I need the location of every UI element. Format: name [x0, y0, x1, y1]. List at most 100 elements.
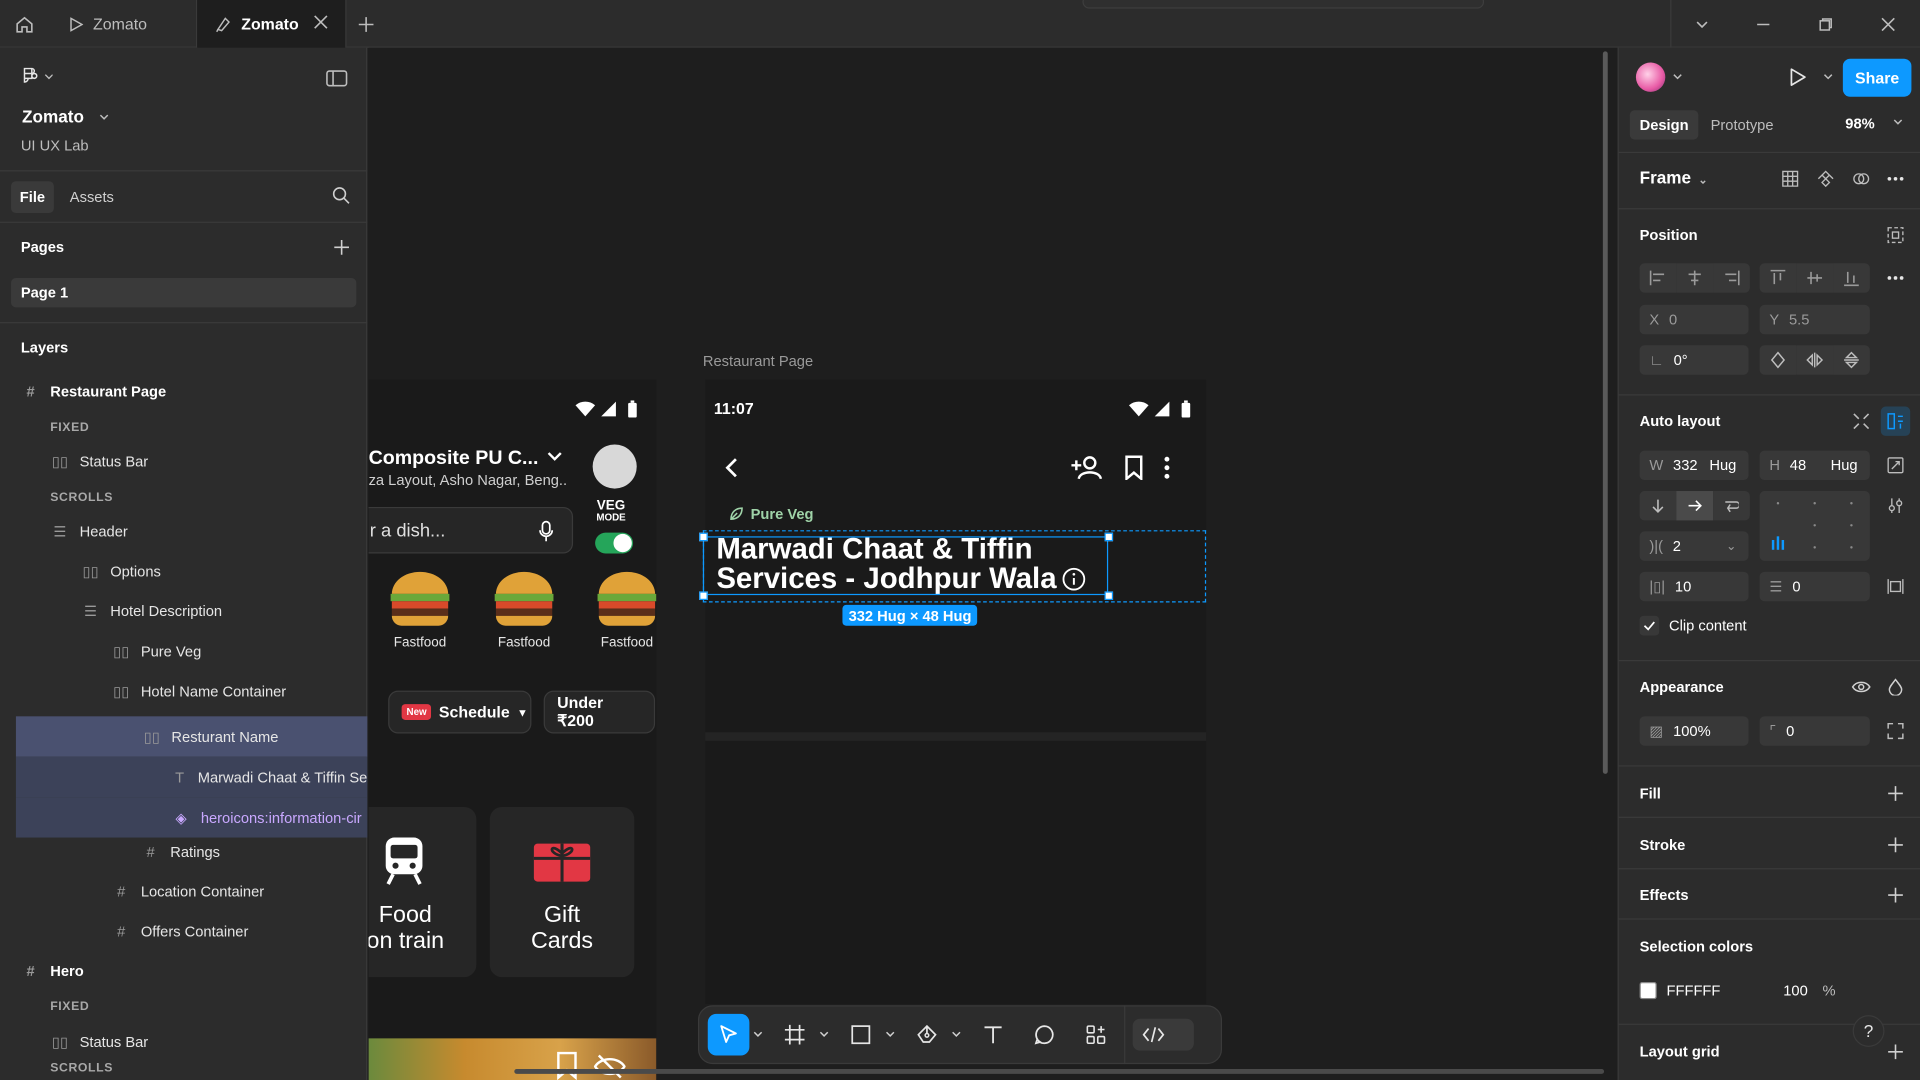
layer-row[interactable]: ◈ heroicons:information-cir	[15, 797, 368, 838]
avatar[interactable]	[1635, 62, 1666, 92]
layer-row[interactable]: # Ratings	[0, 833, 367, 872]
opacity-field[interactable]: ▨ 100%	[1639, 716, 1749, 746]
add-effect-plus-icon[interactable]	[1881, 880, 1910, 909]
wrap-icon[interactable]	[1713, 491, 1750, 521]
tab-file[interactable]: File	[11, 181, 54, 214]
tab-zomato-prototype[interactable]: Zomato	[49, 0, 198, 48]
constraints-icon[interactable]	[1881, 220, 1910, 249]
alignment-grid[interactable]	[1759, 491, 1870, 561]
layer-row[interactable]: ▯▯ Hotel Name Container	[0, 672, 367, 711]
boolean-mask-icon[interactable]	[1847, 164, 1876, 193]
align-middle-icon[interactable]	[1796, 263, 1834, 293]
chevron-down-icon[interactable]	[1671, 72, 1683, 82]
x-position-field[interactable]: X0	[1639, 304, 1749, 335]
tab-zomato-design[interactable]: Zomato	[197, 0, 347, 48]
align-top-icon[interactable]	[1759, 263, 1797, 293]
clip-content-checkbox[interactable]: Clip content	[1639, 615, 1747, 636]
arrow-right-icon[interactable]	[1676, 491, 1714, 521]
chevron-down-icon[interactable]	[1822, 72, 1834, 82]
rectangle-tool-button[interactable]	[840, 1014, 882, 1056]
frame-name-label[interactable]: Restaurant Page	[703, 353, 813, 370]
resize-handle[interactable]	[699, 532, 708, 542]
grid-icon[interactable]	[1776, 164, 1805, 193]
gap-field[interactable]: )|(2 ⌄	[1639, 531, 1749, 561]
horizontal-padding-field[interactable]: |▯| 10	[1639, 571, 1749, 602]
layer-row[interactable]: ☰ Header	[0, 512, 367, 551]
selection-color-row[interactable]: FFFFFF 100 %	[1639, 976, 1836, 1005]
frame-tool-button[interactable]	[774, 1014, 816, 1056]
tab-design[interactable]: Design	[1629, 110, 1699, 140]
main-menu-figma-icon[interactable]	[21, 67, 53, 87]
layer-row[interactable]: ▯▯ Status Bar	[0, 442, 367, 481]
resize-handle[interactable]	[1104, 591, 1114, 601]
close-window-icon[interactable]	[1858, 0, 1919, 48]
resize-to-fit-icon[interactable]	[1881, 451, 1910, 480]
resize-handle[interactable]	[699, 591, 708, 601]
layer-row[interactable]: # Offers Container	[0, 912, 367, 951]
more-horizontal-icon[interactable]	[1881, 164, 1910, 193]
comment-tool-button[interactable]	[1024, 1014, 1066, 1056]
expand-corners-icon[interactable]	[1881, 716, 1910, 745]
align-left-icon[interactable]	[1639, 263, 1677, 293]
layer-row[interactable]: ▯▯ Pure Veg	[0, 632, 367, 671]
blend-mode-drop-icon[interactable]	[1881, 672, 1910, 701]
rotate-icon[interactable]	[1759, 345, 1797, 375]
vertical-scrollbar[interactable]	[1602, 51, 1608, 774]
flip-vertical-icon[interactable]	[1833, 345, 1870, 375]
layer-type-label[interactable]: Frame ⌄	[1640, 168, 1708, 188]
dev-mode-toggle[interactable]	[1132, 1018, 1194, 1051]
chevron-down-icon[interactable]	[98, 113, 110, 123]
layer-row[interactable]: T Marwadi Chaat & Tiffin Se	[15, 756, 368, 798]
address-bar[interactable]	[1082, 0, 1485, 9]
restore-icon[interactable]	[1795, 0, 1856, 48]
resize-handle[interactable]	[1104, 532, 1114, 542]
minimize-icon[interactable]	[1733, 0, 1794, 48]
restaurant-page-frame[interactable]: 11:07 Pure Veg Marwadi Chaat & Tiffin Se…	[705, 379, 1207, 1005]
width-field[interactable]: W 332 Hug	[1639, 450, 1749, 481]
add-fill-plus-icon[interactable]	[1881, 779, 1910, 808]
layout-settings-icon[interactable]	[1881, 491, 1910, 520]
component-icon[interactable]	[1811, 164, 1840, 193]
help-button[interactable]: ?	[1852, 1015, 1885, 1047]
search-icon[interactable]	[332, 186, 350, 204]
add-layout-grid-plus-icon[interactable]	[1881, 1037, 1910, 1066]
present-play-icon[interactable]	[1788, 67, 1808, 87]
zoom-level[interactable]: 98%	[1845, 115, 1874, 132]
new-tab-plus-icon[interactable]	[353, 11, 380, 38]
horizontal-scrollbar[interactable]	[514, 1068, 1605, 1074]
project-name[interactable]: Zomato	[22, 107, 84, 127]
remove-auto-layout-icon[interactable]	[1847, 407, 1876, 436]
home-icon[interactable]	[0, 0, 49, 48]
chevron-down-icon[interactable]	[882, 1031, 899, 1038]
layer-row[interactable]: ▯▯ Options	[0, 552, 367, 591]
hero-frame[interactable]: Composite PU C... za Layout, Asho Nagar,…	[368, 379, 657, 1080]
tab-prototype[interactable]: Prototype	[1701, 110, 1784, 139]
eye-icon[interactable]	[1847, 672, 1876, 701]
close-icon[interactable]	[313, 15, 328, 30]
individual-padding-icon[interactable]	[1881, 572, 1910, 601]
add-stroke-plus-icon[interactable]	[1881, 830, 1910, 859]
chevron-down-icon[interactable]	[1670, 0, 1731, 48]
vertical-padding-field[interactable]: ☰ 0	[1759, 571, 1870, 602]
layer-row[interactable]: # Hero	[0, 951, 367, 990]
arrow-down-icon[interactable]	[1639, 491, 1677, 521]
page-item[interactable]: Page 1	[11, 277, 357, 308]
color-swatch[interactable]	[1639, 982, 1657, 1000]
actions-button[interactable]	[1075, 1014, 1117, 1056]
chevron-down-icon[interactable]	[1892, 118, 1904, 128]
selection-outline[interactable]	[702, 536, 1109, 596]
text-tool-button[interactable]	[972, 1014, 1014, 1056]
share-button[interactable]: Share	[1842, 58, 1912, 97]
pen-tool-button[interactable]	[906, 1014, 948, 1056]
flip-horizontal-icon[interactable]	[1796, 345, 1834, 375]
add-page-plus-icon[interactable]	[333, 239, 350, 256]
more-horizontal-icon[interactable]	[1881, 263, 1910, 292]
layer-row[interactable]: ☰ Hotel Description	[0, 591, 367, 630]
sidebar-toggle-icon[interactable]	[326, 70, 348, 87]
rotation-field[interactable]: ∟ 0°	[1639, 345, 1749, 375]
layer-row-selected[interactable]: ▯▯ Resturant Name	[15, 716, 368, 757]
y-position-field[interactable]: Y 5.5	[1759, 304, 1870, 335]
tab-assets[interactable]: Assets	[70, 189, 114, 206]
move-tool-button[interactable]	[707, 1013, 750, 1056]
align-right-icon[interactable]	[1713, 263, 1750, 293]
